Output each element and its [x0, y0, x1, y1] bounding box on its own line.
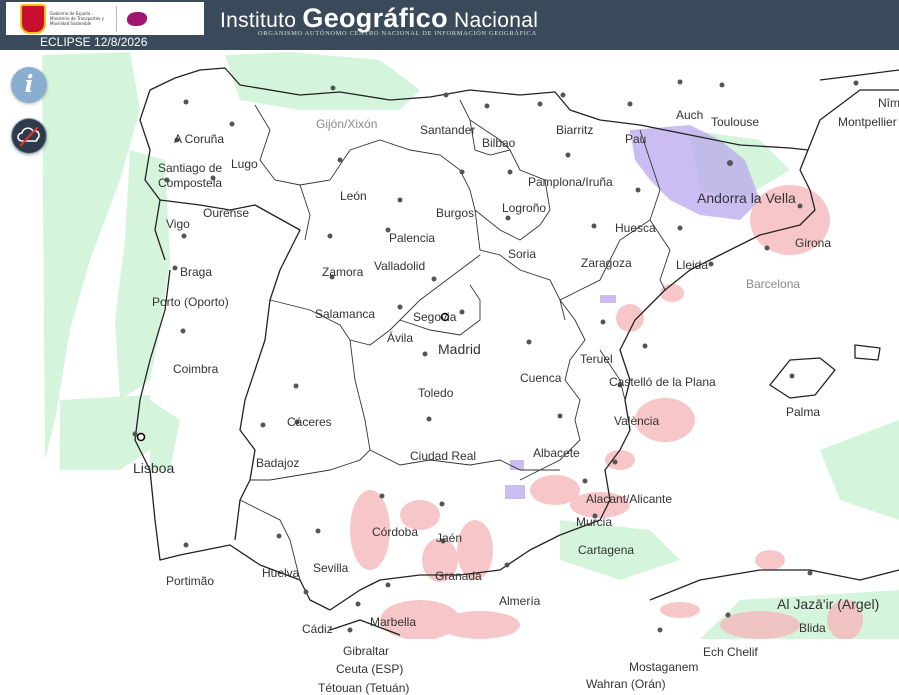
place-label: Alacant/Alicante	[586, 492, 673, 506]
place-label: Teruel	[580, 352, 613, 366]
place-label: Compostela	[158, 176, 223, 190]
place-label: Soria	[508, 247, 537, 261]
place-label: Gibraltar	[343, 644, 390, 658]
place-label: Sevilla	[313, 561, 349, 575]
place-label: Logroño	[502, 201, 547, 215]
place-label: Murcia	[576, 515, 613, 529]
place-label: Gijón/Xixón	[316, 117, 378, 131]
place-label: Mostaganem	[629, 660, 699, 674]
place-label: Ávila	[387, 331, 414, 345]
place-label: Zaragoza	[581, 256, 632, 270]
place-label: Braga	[180, 265, 213, 279]
place-label: Zamora	[322, 265, 364, 279]
place-label: Huesca	[615, 221, 656, 235]
place-label: Santander	[420, 123, 476, 137]
place-label: Ech Chelif	[703, 645, 758, 659]
place-label: Santiago de	[158, 161, 223, 175]
header-bar: Gobierno de España · Ministerio de Trans…	[0, 0, 899, 50]
place-label: Ceuta (ESP)	[336, 662, 404, 676]
government-text: Gobierno de España · Ministerio de Trans…	[50, 11, 105, 26]
place-label: Marbella	[370, 615, 417, 629]
place-label: Toledo	[418, 386, 454, 400]
place-label: Bilbao	[482, 136, 516, 150]
place-label: Pamplona/Iruña	[528, 175, 613, 189]
place-label: Castelló de la Plana	[609, 375, 716, 389]
place-label: Lisboa	[133, 460, 175, 476]
place-label: Blida	[799, 621, 826, 635]
place-label: Barcelona	[746, 277, 801, 291]
place-label: Cuenca	[520, 371, 562, 385]
place-label: Almería	[499, 594, 541, 608]
place-label: Cartagena	[578, 543, 635, 557]
place-label: Burgos	[436, 206, 475, 220]
place-label: Madrid	[438, 341, 481, 357]
cnig-logo-icon	[127, 11, 147, 26]
place-label: Lugo	[231, 157, 258, 171]
place-label: Valladolid	[374, 259, 426, 273]
place-label: Girona	[795, 236, 832, 250]
place-label: Ciudad Real	[410, 449, 477, 463]
place-label: Badajoz	[256, 456, 300, 470]
place-label: A Coruña	[174, 132, 225, 146]
place-label: Porto (Oporto)	[152, 295, 229, 309]
place-label: Montpellier	[838, 115, 897, 129]
place-label: Auch	[676, 108, 704, 122]
place-label: Coimbra	[173, 362, 219, 376]
place-label: Lleida	[676, 258, 709, 272]
cloud-layer-toggle-button[interactable]	[11, 118, 47, 154]
place-label: Wahran (Orán)	[586, 677, 666, 691]
place-label: Córdoba	[372, 525, 419, 539]
place-label: Toulouse	[711, 115, 760, 129]
place-label: Ourense	[203, 206, 250, 220]
eclipse-date-label: ECLIPSE 12/8/2026	[40, 35, 148, 49]
place-label: Biarritz	[556, 123, 594, 137]
place-label: Al Jazā'ir (Argel)	[777, 596, 880, 612]
page-subtitle: Organismo Autónomo Centro Nacional de In…	[258, 30, 537, 37]
place-label: Palencia	[389, 231, 436, 245]
place-label: Jaén	[436, 531, 463, 545]
place-label: Cáceres	[287, 415, 332, 429]
place-label: Nîm	[878, 96, 899, 110]
place-label: Albacete	[533, 446, 580, 460]
place-label: León	[340, 189, 367, 203]
place-label: Pau	[625, 132, 647, 146]
info-icon: i	[24, 71, 34, 98]
place-label: València	[614, 414, 660, 428]
place-label: Segovia	[413, 310, 457, 324]
cloud-off-icon	[17, 126, 40, 147]
country-borders	[134, 67, 899, 636]
place-label: Tétouan (Tetuán)	[318, 681, 410, 695]
place-label: Palma	[786, 405, 821, 419]
place-label: Huelva	[262, 566, 300, 580]
government-logos: Gobierno de España · Ministerio de Trans…	[6, 2, 204, 35]
place-label: Andorra la Vella	[697, 190, 796, 206]
place-label: Vigo	[166, 217, 190, 231]
place-label: Portimão	[166, 574, 215, 588]
place-label: Granada	[435, 569, 482, 583]
map-view[interactable]: Gijón/Xixón Santander Biarritz Auch Toul…	[0, 50, 899, 695]
place-label: Cádiz	[302, 622, 333, 636]
capital-marker-lisboa	[136, 432, 146, 442]
info-button[interactable]: i	[11, 67, 47, 103]
spain-coat-of-arms-icon	[20, 3, 46, 34]
place-label: Salamanca	[315, 307, 376, 321]
